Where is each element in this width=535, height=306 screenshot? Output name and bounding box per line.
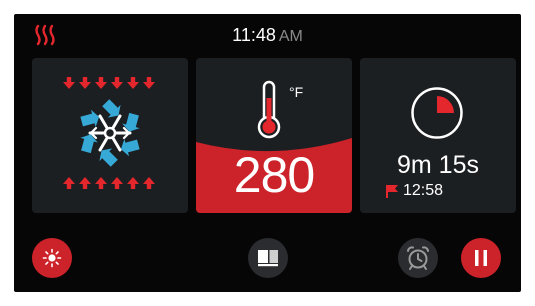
pause-button[interactable] [461, 238, 501, 278]
temperature-unit: °F [289, 84, 304, 100]
light-icon [42, 248, 62, 268]
oven-screen: 11:48 AM °F 280 9m 15s 12:58 [14, 14, 521, 292]
timer-card[interactable]: 9m 15s 12:58 [360, 58, 516, 213]
light-button[interactable] [32, 238, 72, 278]
view-toggle-button[interactable] [248, 238, 288, 278]
timer-remaining: 9m 15s [397, 151, 479, 179]
clock: 11:48 AM [14, 25, 521, 46]
timer-end-time: 12:58 [403, 182, 444, 199]
alarm-clock-icon [407, 246, 429, 270]
clock-time: 11:48 [232, 25, 276, 45]
pause-icon [475, 250, 487, 266]
clock-ampm: AM [278, 28, 303, 45]
convection-fan-icon [63, 77, 155, 189]
flag-icon [386, 185, 398, 198]
timer-end: 12:58 [386, 182, 444, 200]
thermometer-icon [257, 80, 281, 139]
view-toggle-icon [258, 250, 278, 267]
temperature-card[interactable]: °F 280 [196, 58, 352, 213]
convection-card[interactable] [32, 58, 188, 213]
temperature-value: 280 [233, 147, 315, 203]
timer-dial-icon [411, 87, 463, 139]
alarm-button[interactable] [398, 238, 438, 278]
